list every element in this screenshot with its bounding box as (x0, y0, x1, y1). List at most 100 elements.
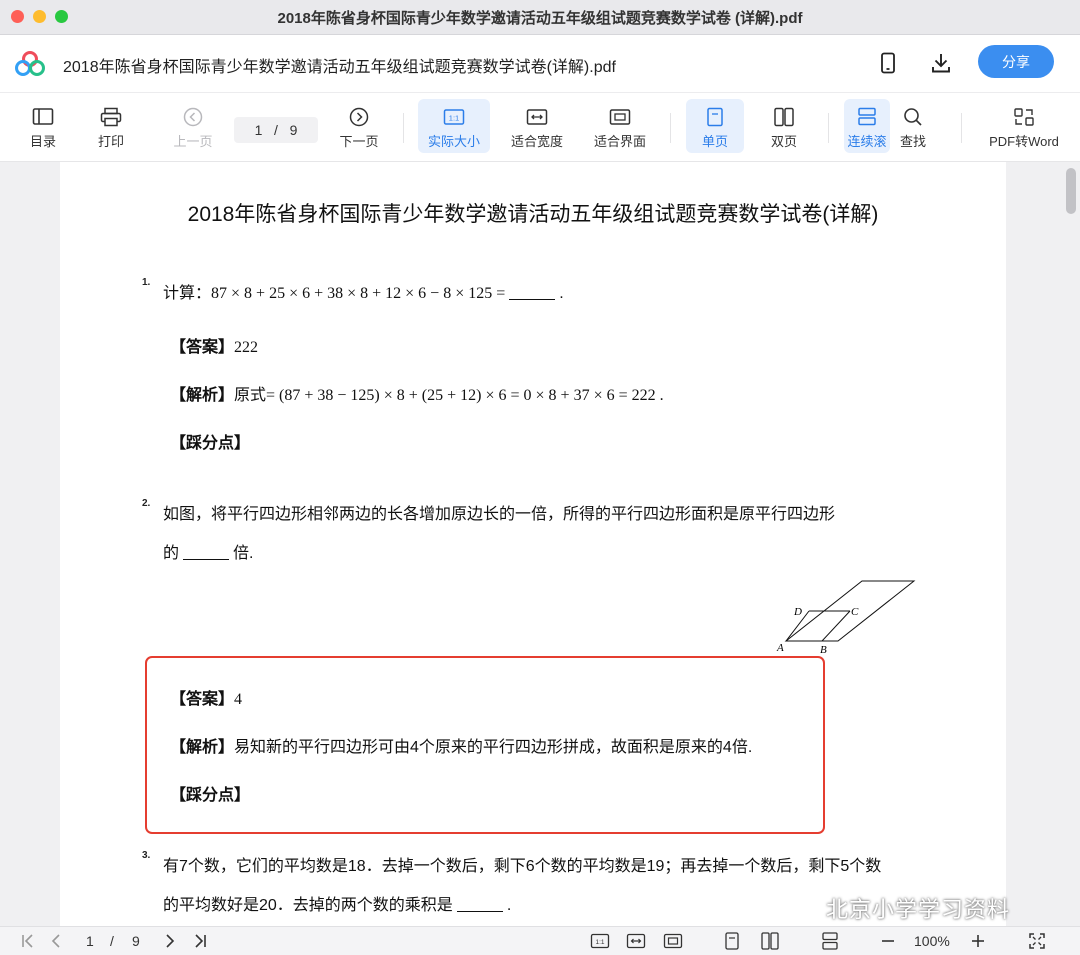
single-page-icon[interactable] (722, 931, 742, 951)
status-total-pages: 9 (132, 933, 140, 949)
double-page-button[interactable]: 双页 (760, 99, 808, 153)
fit-page-icon (609, 109, 631, 125)
q2-line2-suffix: 倍. (233, 545, 254, 562)
figure-label-b: B (820, 644, 827, 656)
phone-icon[interactable] (876, 51, 900, 75)
figure-label-a: A (776, 642, 784, 654)
prev-page-icon[interactable] (46, 931, 66, 951)
next-page-icon[interactable] (160, 931, 180, 951)
convert-icon (1014, 108, 1034, 126)
print-label: 打印 (97, 134, 124, 149)
q2-answer: 【答案】4 (170, 685, 242, 709)
zoom-out-icon[interactable] (878, 931, 898, 951)
q3-line2-prefix: 的平均数好是20．去掉的两个数的乘积是 (163, 897, 453, 914)
svg-text:1:1: 1:1 (449, 114, 459, 123)
toolbar-divider (828, 113, 829, 143)
actual-size-icon: 1:1 (443, 109, 465, 125)
analysis-label: 【解析】 (170, 739, 235, 756)
question-2-line-1: 如图，将平行四边形相邻两边的长各增加原边长的一倍，所得的平行四边形面积是原平行四… (163, 506, 836, 523)
zoom-in-icon[interactable] (968, 931, 988, 951)
prev-page-button[interactable]: 上一页 (166, 99, 220, 153)
status-bar: 1 / 9 1:1 100% (0, 926, 1080, 955)
question-2-line-2: 的 倍. (163, 539, 253, 563)
double-page-icon (774, 107, 794, 127)
question-number: 3. (142, 850, 151, 861)
app-header: 2018年陈省身杯国际青少年数学邀请活动五年级组试题竞赛数学试卷(详解).pdf… (0, 35, 1080, 93)
answer-blank (509, 299, 556, 300)
print-button[interactable]: 打印 (90, 99, 132, 153)
pdf-to-word-label: PDF转Word (989, 134, 1059, 149)
q2-scoring-points: 【踩分点】 (170, 787, 251, 804)
status-page-separator: / (110, 933, 114, 949)
chevron-right-circle-icon (349, 107, 369, 127)
search-icon (904, 108, 922, 126)
actual-size-icon[interactable]: 1:1 (590, 931, 610, 951)
fit-width-label: 适合宽度 (510, 134, 563, 149)
double-page-label: 双页 (770, 134, 797, 149)
single-page-label: 单页 (701, 134, 728, 149)
toolbar: 目录 打印 上一页 1 / 9 下一页 1:1 实际大小 适合宽度 适合界面 单… (0, 93, 1080, 162)
fit-width-icon (526, 109, 548, 125)
search-button[interactable]: 查找 (892, 99, 934, 153)
next-page-button[interactable]: 下一页 (332, 99, 386, 153)
fullscreen-icon[interactable] (1027, 931, 1047, 951)
answer-blank (456, 911, 503, 912)
first-page-icon[interactable] (18, 931, 38, 951)
continuous-scroll-label: 连续滚 (847, 134, 887, 149)
answer-label: 【答案】 (170, 691, 235, 708)
fit-width-button[interactable]: 适合宽度 (504, 99, 570, 153)
printer-icon (100, 107, 122, 127)
toolbar-divider (403, 113, 404, 143)
document-viewer[interactable]: 2018年陈省身杯国际青少年数学邀请活动五年级组试题竞赛数学试卷(详解) 1. … (0, 162, 1080, 926)
continuous-scroll-icon (858, 107, 876, 126)
toolbar-divider (670, 113, 671, 143)
q1-scoring-points: 【踩分点】 (170, 435, 251, 452)
fit-page-icon[interactable] (663, 931, 683, 951)
q1-answer: 【答案】222 (170, 333, 258, 357)
page-separator: / (274, 122, 278, 138)
last-page-icon[interactable] (190, 931, 210, 951)
question-3-line-2: 的平均数好是20．去掉的两个数的乘积是. (163, 891, 511, 915)
q2-analysis: 【解析】易知新的平行四边形可由4个原来的平行四边形拼成，故面积是原来的4倍. (170, 733, 752, 757)
app-logo-icon (15, 51, 45, 76)
toc-button[interactable]: 目录 (22, 99, 64, 153)
fit-page-button[interactable]: 适合界面 (587, 99, 653, 153)
answer-blank (183, 559, 230, 560)
parallelogram-figure: D C A B (776, 580, 916, 656)
search-label: 查找 (899, 134, 926, 149)
document-title: 2018年陈省身杯国际青少年数学邀请活动五年级组试题竞赛数学试卷(详解).pdf (63, 59, 616, 76)
continuous-scroll-icon[interactable] (820, 931, 840, 951)
analysis-expression: = (87 + 38 − 125) × 8 + (25 + 12) × 6 = … (266, 387, 664, 404)
double-page-icon[interactable] (760, 931, 780, 951)
fit-width-icon[interactable] (626, 931, 646, 951)
q1-analysis: 【解析】原式= (87 + 38 − 125) × 8 + (25 + 12) … (170, 381, 664, 405)
total-pages: 9 (289, 122, 298, 138)
single-page-icon (707, 107, 723, 127)
analysis-prefix: 原式 (234, 387, 267, 404)
q3-line2-suffix: . (506, 897, 512, 914)
page-number-input[interactable]: 1 / 9 (234, 117, 318, 143)
page-heading: 2018年陈省身杯国际青少年数学邀请活动五年级组试题竞赛数学试卷(详解) (187, 203, 879, 226)
analysis-text: 易知新的平行四边形可由4个原来的平行四边形拼成，故面积是原来的4倍. (234, 739, 753, 756)
single-page-button[interactable]: 单页 (686, 99, 744, 153)
toolbar-divider (961, 113, 962, 143)
watermark-text: 北京小学学习资料 (826, 897, 1011, 922)
pdf-page: 2018年陈省身杯国际青少年数学邀请活动五年级组试题竞赛数学试卷(详解) 1. … (60, 162, 1006, 926)
vertical-scrollbar[interactable] (1066, 168, 1076, 214)
q1-expression: 87 × 8 + 25 × 6 + 38 × 8 + 12 × 6 − 8 × … (211, 285, 506, 302)
answer-value: 222 (234, 339, 259, 356)
chevron-left-circle-icon (183, 107, 203, 127)
window-title: 2018年陈省身杯国际青少年数学邀请活动五年级组试题竞赛数学试卷 (详解).pd… (277, 10, 803, 27)
q1-prefix: 计算： (163, 285, 212, 302)
wechat-icon (788, 895, 818, 917)
zoom-level[interactable]: 100% (914, 933, 950, 949)
status-current-page[interactable]: 1 (86, 933, 94, 949)
toc-label: 目录 (29, 134, 56, 149)
download-icon[interactable] (929, 51, 953, 75)
pdf-to-word-button[interactable]: PDF转Word (982, 99, 1066, 153)
answer-label: 【答案】 (170, 339, 235, 356)
figure-label-c: C (851, 606, 859, 618)
share-button[interactable]: 分享 (978, 45, 1054, 78)
actual-size-button[interactable]: 1:1 实际大小 (418, 99, 490, 153)
continuous-scroll-button[interactable]: 连续滚 (844, 99, 890, 153)
